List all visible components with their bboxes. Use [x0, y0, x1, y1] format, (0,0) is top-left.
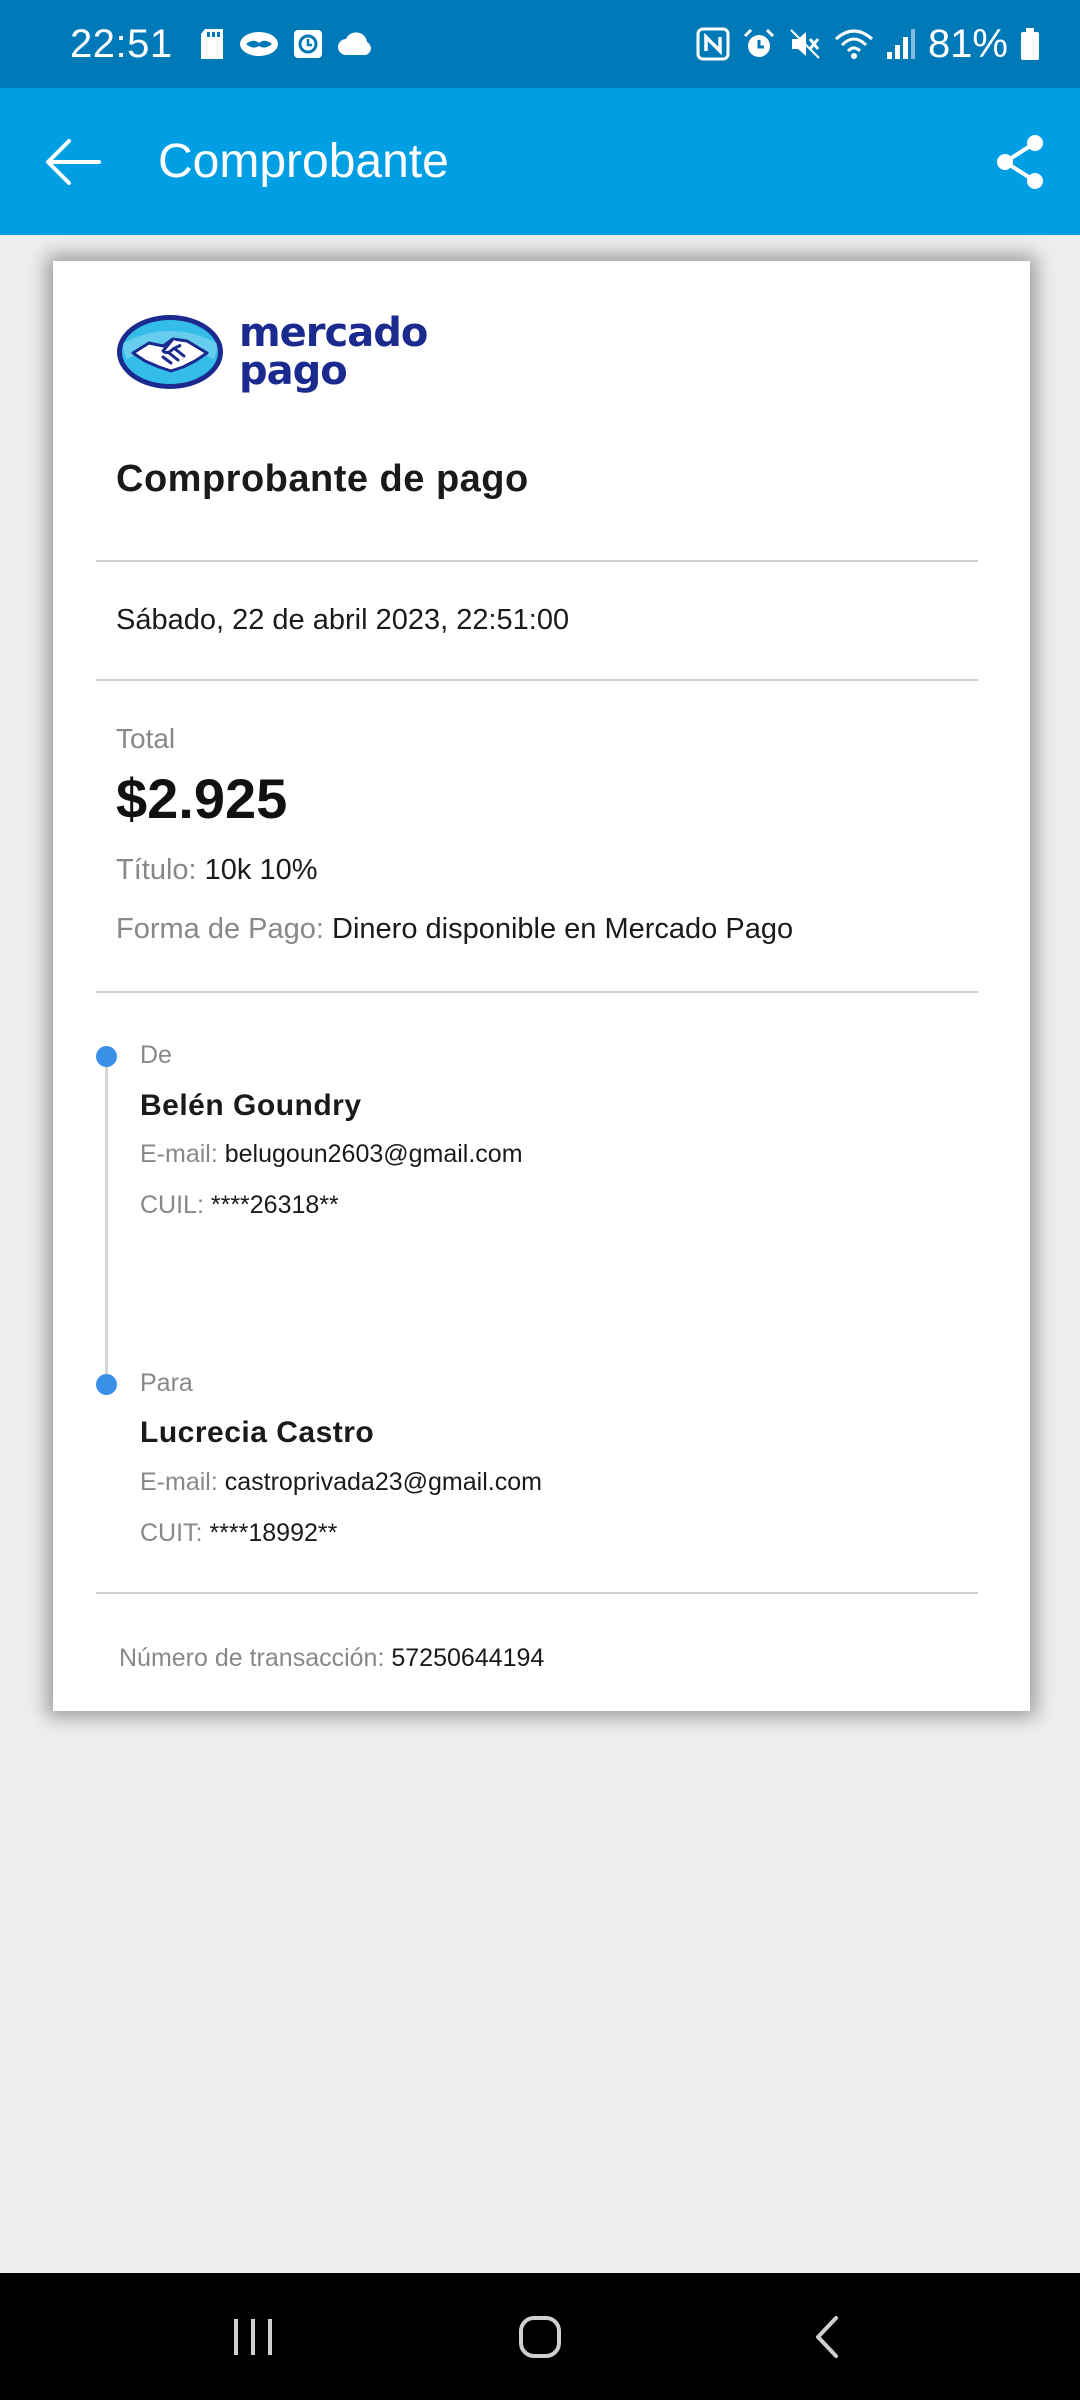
payment-method-value: Dinero disponible en Mercado Pago [332, 913, 794, 945]
receipt-card: mercado pago Comprobante de pago Sábado,… [53, 261, 1030, 1711]
status-time: 22:51 [70, 21, 173, 66]
recent-apps-button[interactable] [193, 2287, 313, 2387]
from-email-label: E-mail: [140, 1140, 218, 1168]
to-email-row: E-mail: castroprivada23@gmail.com [140, 1468, 542, 1497]
to-role: Para [140, 1369, 193, 1397]
to-name: Lucrecia Castro [140, 1416, 375, 1449]
status-bar: 22:51 81% [0, 0, 1080, 88]
logo-line-2: pago [239, 348, 348, 394]
handshake-logo-icon [117, 315, 223, 389]
transaction-label: Número de transacción: [119, 1644, 385, 1672]
battery-percentage: 81% [927, 21, 1008, 66]
payment-date: Sábado, 22 de abril 2023, 22:51:00 [116, 604, 570, 636]
from-name: Belén Goundry [140, 1089, 362, 1122]
app-bar: Comprobante [0, 88, 1080, 235]
logo-line-1: mercado [239, 310, 428, 356]
alarm-icon [743, 28, 774, 57]
to-id-label: CUIT: [140, 1519, 203, 1547]
home-icon [518, 2315, 561, 2358]
from-id-label: CUIL: [140, 1191, 204, 1219]
total-label: Total [116, 723, 176, 754]
mute-icon [790, 29, 820, 59]
to-id-row: CUIT: ****18992** [140, 1519, 337, 1548]
signal-icon [886, 29, 915, 59]
payment-method-row: Forma de Pago: Dinero disponible en Merc… [116, 913, 793, 946]
mercado-pago-logo: mercado pago [115, 310, 428, 394]
sd-card-icon [200, 29, 223, 59]
nfc-icon [696, 27, 730, 61]
to-email: castroprivada23@gmail.com [224, 1468, 542, 1496]
clock-app-icon [293, 30, 322, 58]
timeline-dot-to [96, 1374, 117, 1395]
share-icon [997, 134, 1043, 189]
to-id: ****18992** [209, 1519, 338, 1547]
divider [96, 1592, 978, 1594]
cloud-icon [337, 32, 371, 55]
divider [96, 679, 978, 681]
logo-text: mercado pago [239, 310, 428, 394]
divider [96, 991, 978, 993]
back-button[interactable] [0, 88, 146, 235]
timeline-dot-from [96, 1046, 117, 1067]
timeline-connector [105, 1057, 108, 1385]
wifi-icon [834, 29, 873, 59]
total-amount: $2.925 [116, 767, 288, 830]
titulo-label: Título: [116, 854, 197, 886]
titulo-row: Título: 10k 10% [116, 854, 318, 887]
notification-icons [199, 28, 375, 60]
titulo-value: 10k 10% [204, 854, 318, 886]
page-title: Comprobante [158, 135, 449, 188]
share-button[interactable] [960, 88, 1080, 235]
divider [96, 560, 978, 562]
from-email-row: E-mail: belugoun2603@gmail.com [140, 1140, 523, 1169]
transaction-number: 57250644194 [391, 1644, 545, 1672]
arrow-left-icon [46, 138, 101, 185]
nav-back-button[interactable] [767, 2287, 887, 2387]
battery-icon [1021, 28, 1039, 60]
handshake-icon [239, 32, 278, 56]
receipt-title: Comprobante de pago [116, 458, 529, 500]
home-button[interactable] [480, 2287, 600, 2387]
system-status-icons: 81% [696, 22, 1040, 67]
from-id-row: CUIL: ****26318** [140, 1191, 339, 1220]
from-id: ****26318** [210, 1191, 339, 1219]
from-email: belugoun2603@gmail.com [224, 1140, 523, 1168]
to-email-label: E-mail: [140, 1468, 218, 1496]
payment-method-label: Forma de Pago: [116, 913, 324, 945]
system-nav-bar [0, 2273, 1080, 2400]
back-icon [815, 2315, 838, 2358]
from-role: De [140, 1041, 172, 1069]
recent-apps-icon [234, 2318, 273, 2355]
transaction-row: Número de transacción: 57250644194 [119, 1644, 544, 1673]
